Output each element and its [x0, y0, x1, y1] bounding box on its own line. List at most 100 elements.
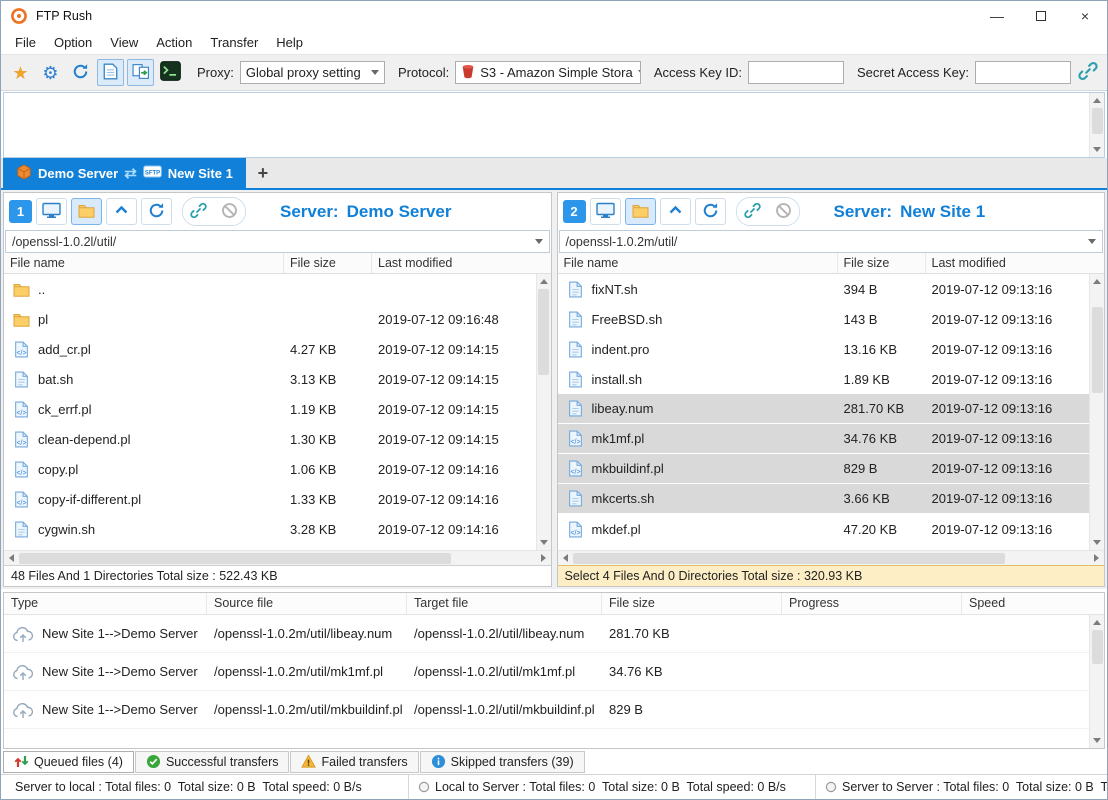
file-row[interactable]: cygwin.sh 3.28 KB 2019-07-12 09:14:16: [4, 514, 536, 544]
file-row[interactable]: libeay.num 281.70 KB 2019-07-12 09:13:16: [558, 394, 1090, 424]
scroll-up-button[interactable]: [1090, 93, 1105, 108]
column-last-modified[interactable]: Last modified: [372, 253, 536, 273]
file-row[interactable]: </> ck_errf.pl 1.19 KB 2019-07-12 09:14:…: [4, 394, 536, 424]
queue-row[interactable]: New Site 1-->Demo Server /openssl-1.0.2m…: [4, 615, 1089, 653]
scroll-down-button[interactable]: [1090, 142, 1105, 157]
column-file-size[interactable]: File size: [602, 593, 782, 614]
menu-item[interactable]: Help: [267, 32, 312, 53]
scroll-thumb[interactable]: [19, 553, 451, 564]
abort-button[interactable]: [768, 198, 799, 225]
h-scrollbar[interactable]: [4, 550, 551, 565]
pane-right: 2 Server: New Site 1 /openssl-1.0.2m/uti…: [557, 192, 1106, 587]
scroll-up-button[interactable]: [1090, 615, 1105, 630]
scroll-left-button[interactable]: [4, 551, 19, 566]
abort-button[interactable]: [214, 198, 245, 225]
bottom-tab[interactable]: Failed transfers: [290, 751, 418, 773]
column-progress[interactable]: Progress: [782, 593, 962, 614]
parent-directory-button[interactable]: [106, 198, 137, 225]
scroll-right-button[interactable]: [536, 551, 551, 566]
column-type[interactable]: Type: [4, 593, 207, 614]
file-row[interactable]: fixNT.sh 394 B 2019-07-12 09:13:16: [558, 274, 1090, 304]
scroll-left-button[interactable]: [558, 551, 573, 566]
file-row[interactable]: </> mk1mf.pl 34.76 KB 2019-07-12 09:13:1…: [558, 424, 1090, 454]
file-row[interactable]: mkcerts.sh 3.66 KB 2019-07-12 09:13:16: [558, 484, 1090, 514]
v-scrollbar[interactable]: [536, 274, 551, 550]
scroll-up-button[interactable]: [536, 274, 551, 289]
scroll-down-button[interactable]: [1090, 535, 1105, 550]
local-browser-button[interactable]: [36, 198, 67, 225]
menu-item[interactable]: View: [101, 32, 147, 53]
menu-item[interactable]: File: [6, 32, 45, 53]
scroll-thumb[interactable]: [573, 553, 1005, 564]
local-browser-button[interactable]: [590, 198, 621, 225]
favorites-button[interactable]: ★: [7, 59, 34, 86]
log-view-button[interactable]: [97, 59, 124, 86]
file-row[interactable]: </> mkdef.pl 47.20 KB 2019-07-12 09:13:1…: [558, 514, 1090, 544]
file-row[interactable]: </> mkbuildinf.pl 829 B 2019-07-12 09:13…: [558, 454, 1090, 484]
column-file-size[interactable]: File size: [838, 253, 926, 273]
scroll-down-button[interactable]: [1090, 733, 1105, 748]
settings-button[interactable]: ⚙: [37, 59, 64, 86]
reconnect-button[interactable]: [67, 59, 94, 86]
protocol-select[interactable]: S3 - Amazon Simple Stora: [455, 61, 641, 84]
close-button[interactable]: ×: [1063, 1, 1107, 31]
secret-key-input[interactable]: [975, 61, 1071, 84]
refresh-pane-button[interactable]: [695, 198, 726, 225]
file-row[interactable]: bat.sh 3.13 KB 2019-07-12 09:14:15: [4, 364, 536, 394]
file-row[interactable]: </> add_cr.pl 4.27 KB 2019-07-12 09:14:1…: [4, 334, 536, 364]
column-source-file[interactable]: Source file: [207, 593, 407, 614]
remote-browser-button[interactable]: [71, 198, 102, 225]
maximize-button[interactable]: [1019, 1, 1063, 31]
parent-directory-button[interactable]: [660, 198, 691, 225]
file-row[interactable]: FreeBSD.sh 143 B 2019-07-12 09:13:16: [558, 304, 1090, 334]
new-tab-button[interactable]: +: [246, 158, 280, 188]
queue-row[interactable]: New Site 1-->Demo Server /openssl-1.0.2m…: [4, 653, 1089, 691]
connect-button[interactable]: [737, 198, 768, 225]
h-scrollbar[interactable]: [558, 550, 1105, 565]
session-tab[interactable]: Demo Server ⇄ SFTP New Site 1: [3, 158, 246, 188]
scroll-down-button[interactable]: [536, 535, 551, 550]
log-scrollbar[interactable]: [1089, 93, 1104, 157]
scroll-right-button[interactable]: [1089, 551, 1104, 566]
secret-key-label: Secret Access Key:: [857, 65, 969, 80]
proxy-select[interactable]: Global proxy setting: [240, 61, 385, 84]
connect-button[interactable]: [183, 198, 214, 225]
connect-key-button[interactable]: [1074, 59, 1101, 86]
queue-scrollbar[interactable]: [1089, 615, 1104, 748]
file-row[interactable]: indent.pro 13.16 KB 2019-07-12 09:13:16: [558, 334, 1090, 364]
bottom-tab[interactable]: Queued files (4): [3, 751, 134, 773]
bottom-tab[interactable]: Skipped transfers (39): [420, 751, 585, 773]
file-row[interactable]: ..: [4, 274, 536, 304]
scroll-up-button[interactable]: [1090, 274, 1105, 289]
scroll-thumb[interactable]: [1092, 108, 1103, 134]
queue-row[interactable]: New Site 1-->Demo Server /openssl-1.0.2m…: [4, 691, 1089, 729]
file-row[interactable]: install.sh 1.89 KB 2019-07-12 09:13:16: [558, 364, 1090, 394]
minimize-button[interactable]: —: [975, 1, 1019, 31]
synchronize-button[interactable]: [127, 59, 154, 86]
bottom-tab[interactable]: Successful transfers: [135, 751, 290, 773]
console-button[interactable]: [157, 59, 184, 86]
column-file-size[interactable]: File size: [284, 253, 372, 273]
column-file-name[interactable]: File name: [4, 253, 284, 273]
file-row[interactable]: </> copy-if-different.pl 1.33 KB 2019-07…: [4, 484, 536, 514]
file-name: pl: [38, 312, 48, 327]
access-key-input[interactable]: [748, 61, 844, 84]
remote-browser-button[interactable]: [625, 198, 656, 225]
column-last-modified[interactable]: Last modified: [926, 253, 1090, 273]
column-file-name[interactable]: File name: [558, 253, 838, 273]
v-scrollbar[interactable]: [1089, 274, 1104, 550]
column-target-file[interactable]: Target file: [407, 593, 602, 614]
menu-item[interactable]: Option: [45, 32, 101, 53]
file-row[interactable]: </> copy.pl 1.06 KB 2019-07-12 09:14:16: [4, 454, 536, 484]
file-row[interactable]: pl 2019-07-12 09:16:48: [4, 304, 536, 334]
scroll-thumb[interactable]: [1092, 630, 1103, 664]
refresh-pane-button[interactable]: [141, 198, 172, 225]
menu-item[interactable]: Transfer: [201, 32, 267, 53]
path-combobox[interactable]: /openssl-1.0.2l/util/: [5, 230, 550, 253]
file-row[interactable]: </> clean-depend.pl 1.30 KB 2019-07-12 0…: [4, 424, 536, 454]
scroll-thumb[interactable]: [538, 289, 549, 375]
column-speed[interactable]: Speed: [962, 593, 1089, 614]
menu-item[interactable]: Action: [147, 32, 201, 53]
scroll-thumb[interactable]: [1092, 307, 1103, 393]
path-combobox[interactable]: /openssl-1.0.2m/util/: [559, 230, 1104, 253]
